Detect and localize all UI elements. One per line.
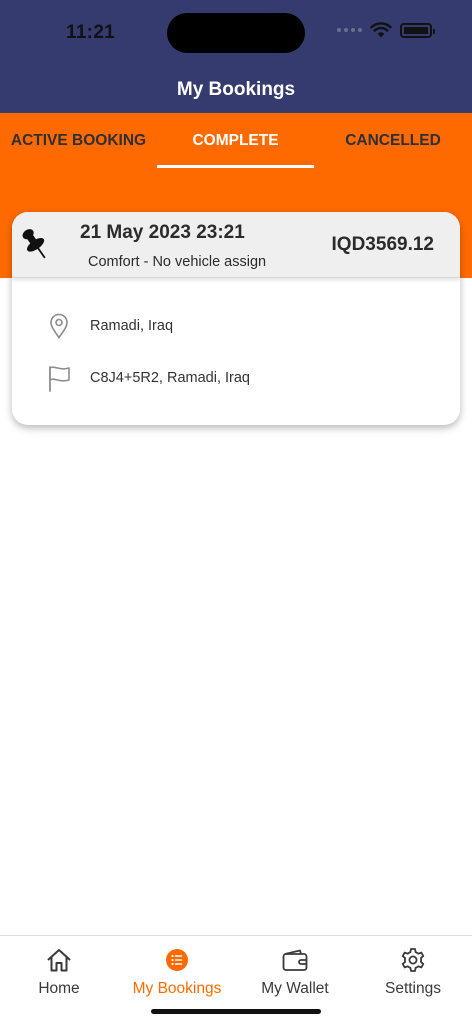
- wallet-icon: [281, 946, 309, 974]
- location-pin-icon: [46, 312, 72, 340]
- booking-tabs: ACTIVE BOOKING COMPLETE CANCELLED: [0, 113, 472, 171]
- booking-card-header: 21 May 2023 23:21 Comfort - No vehicle a…: [12, 212, 460, 278]
- flag-icon: [46, 364, 72, 392]
- battery-icon: [400, 22, 435, 38]
- cellular-signal-icon: [337, 28, 362, 32]
- status-icons: [337, 22, 435, 38]
- nav-my-bookings-label: My Bookings: [132, 980, 222, 997]
- nav-home[interactable]: Home: [0, 936, 118, 998]
- nav-my-bookings[interactable]: My Bookings: [118, 936, 236, 998]
- booking-price: IQD3569.12: [331, 234, 434, 255]
- pushpin-icon: [22, 229, 46, 259]
- nav-settings[interactable]: Settings: [354, 936, 472, 998]
- pickup-row: Ramadi, Iraq: [46, 312, 173, 340]
- nav-settings-label: Settings: [384, 980, 441, 997]
- tab-cancelled[interactable]: CANCELLED: [314, 113, 472, 169]
- active-tab-indicator: [157, 165, 314, 168]
- tab-active-booking[interactable]: ACTIVE BOOKING: [0, 113, 157, 169]
- nav-my-wallet[interactable]: My Wallet: [236, 936, 354, 998]
- tab-complete[interactable]: COMPLETE: [157, 113, 314, 169]
- home-icon: [46, 946, 72, 974]
- status-bar: 11:21: [0, 0, 472, 66]
- nav-home-label: Home: [38, 980, 80, 997]
- pickup-address: Ramadi, Iraq: [90, 318, 174, 334]
- booking-card[interactable]: 21 May 2023 23:21 Comfort - No vehicle a…: [12, 212, 460, 425]
- home-indicator: [151, 1009, 321, 1014]
- booking-vehicle: Comfort - No vehicle assign: [88, 254, 267, 270]
- status-time: 11:21: [66, 22, 116, 43]
- list-icon: [165, 946, 189, 974]
- app-header: My Bookings: [0, 66, 472, 113]
- gear-icon: [400, 946, 426, 974]
- booking-datetime: 21 May 2023 23:21: [80, 222, 245, 243]
- dynamic-island: [167, 13, 305, 53]
- wifi-icon: [370, 22, 392, 38]
- page-title: My Bookings: [176, 78, 296, 100]
- dropoff-row: C8J4+5R2, Ramadi, Iraq: [46, 364, 250, 392]
- dropoff-address: C8J4+5R2, Ramadi, Iraq: [90, 370, 250, 386]
- nav-my-wallet-label: My Wallet: [261, 980, 329, 997]
